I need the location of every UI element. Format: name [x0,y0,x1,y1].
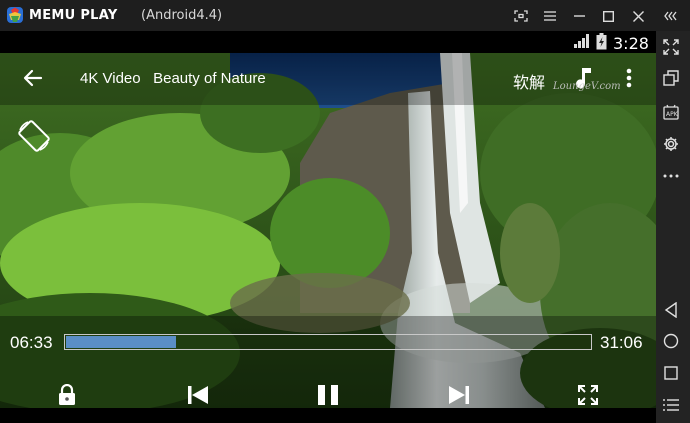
current-time: 06:33 [10,333,53,352]
rotate-icon[interactable] [16,118,52,159]
list-menu-icon[interactable] [661,395,681,415]
signal-icon [574,34,590,53]
bottom-strip [0,408,656,423]
back-arrow-icon[interactable] [22,67,44,89]
total-time: 31:06 [600,333,643,352]
app-brand: MEMU PLAY [29,8,118,23]
back-nav-icon[interactable] [661,300,681,320]
android-status-bar [0,31,656,53]
multi-window-icon[interactable] [661,68,681,88]
pause-icon[interactable] [317,384,339,411]
more-vertical-icon[interactable] [622,68,636,93]
home-nav-icon[interactable] [661,331,681,351]
maximize-icon[interactable] [599,7,617,25]
emulator-titlebar: MEMU PLAY (Android4.4) [0,0,690,31]
settings-icon[interactable] [661,134,681,154]
fullscreen-icon[interactable] [661,37,681,57]
video-title: 4K Video Beauty of Nature [80,70,266,87]
collapse-sidebar-icon[interactable] [662,7,680,25]
skip-previous-icon[interactable] [187,385,209,410]
more-icon[interactable] [661,166,681,186]
seek-progress-fill [66,336,176,348]
fit-screen-icon[interactable] [577,384,599,411]
minimize-icon[interactable] [570,7,588,25]
recents-nav-icon[interactable] [661,363,681,383]
close-icon[interactable] [629,7,647,25]
video-watermark: LoungeV.com [553,81,621,92]
decoder-toggle-button[interactable]: 软解 [513,69,545,93]
seek-bar[interactable] [64,334,592,350]
status-time: 3:28 [613,34,649,53]
lock-icon[interactable] [57,383,77,411]
fullscreen-capture-icon[interactable] [512,7,530,25]
battery-icon [596,33,607,55]
apk-install-icon[interactable]: APK [661,102,681,122]
menu-icon[interactable] [541,7,559,25]
svg-text:APK: APK [666,111,679,118]
android-version: (Android4.4) [141,8,223,23]
skip-next-icon[interactable] [448,385,470,410]
memu-logo-icon [6,6,24,24]
